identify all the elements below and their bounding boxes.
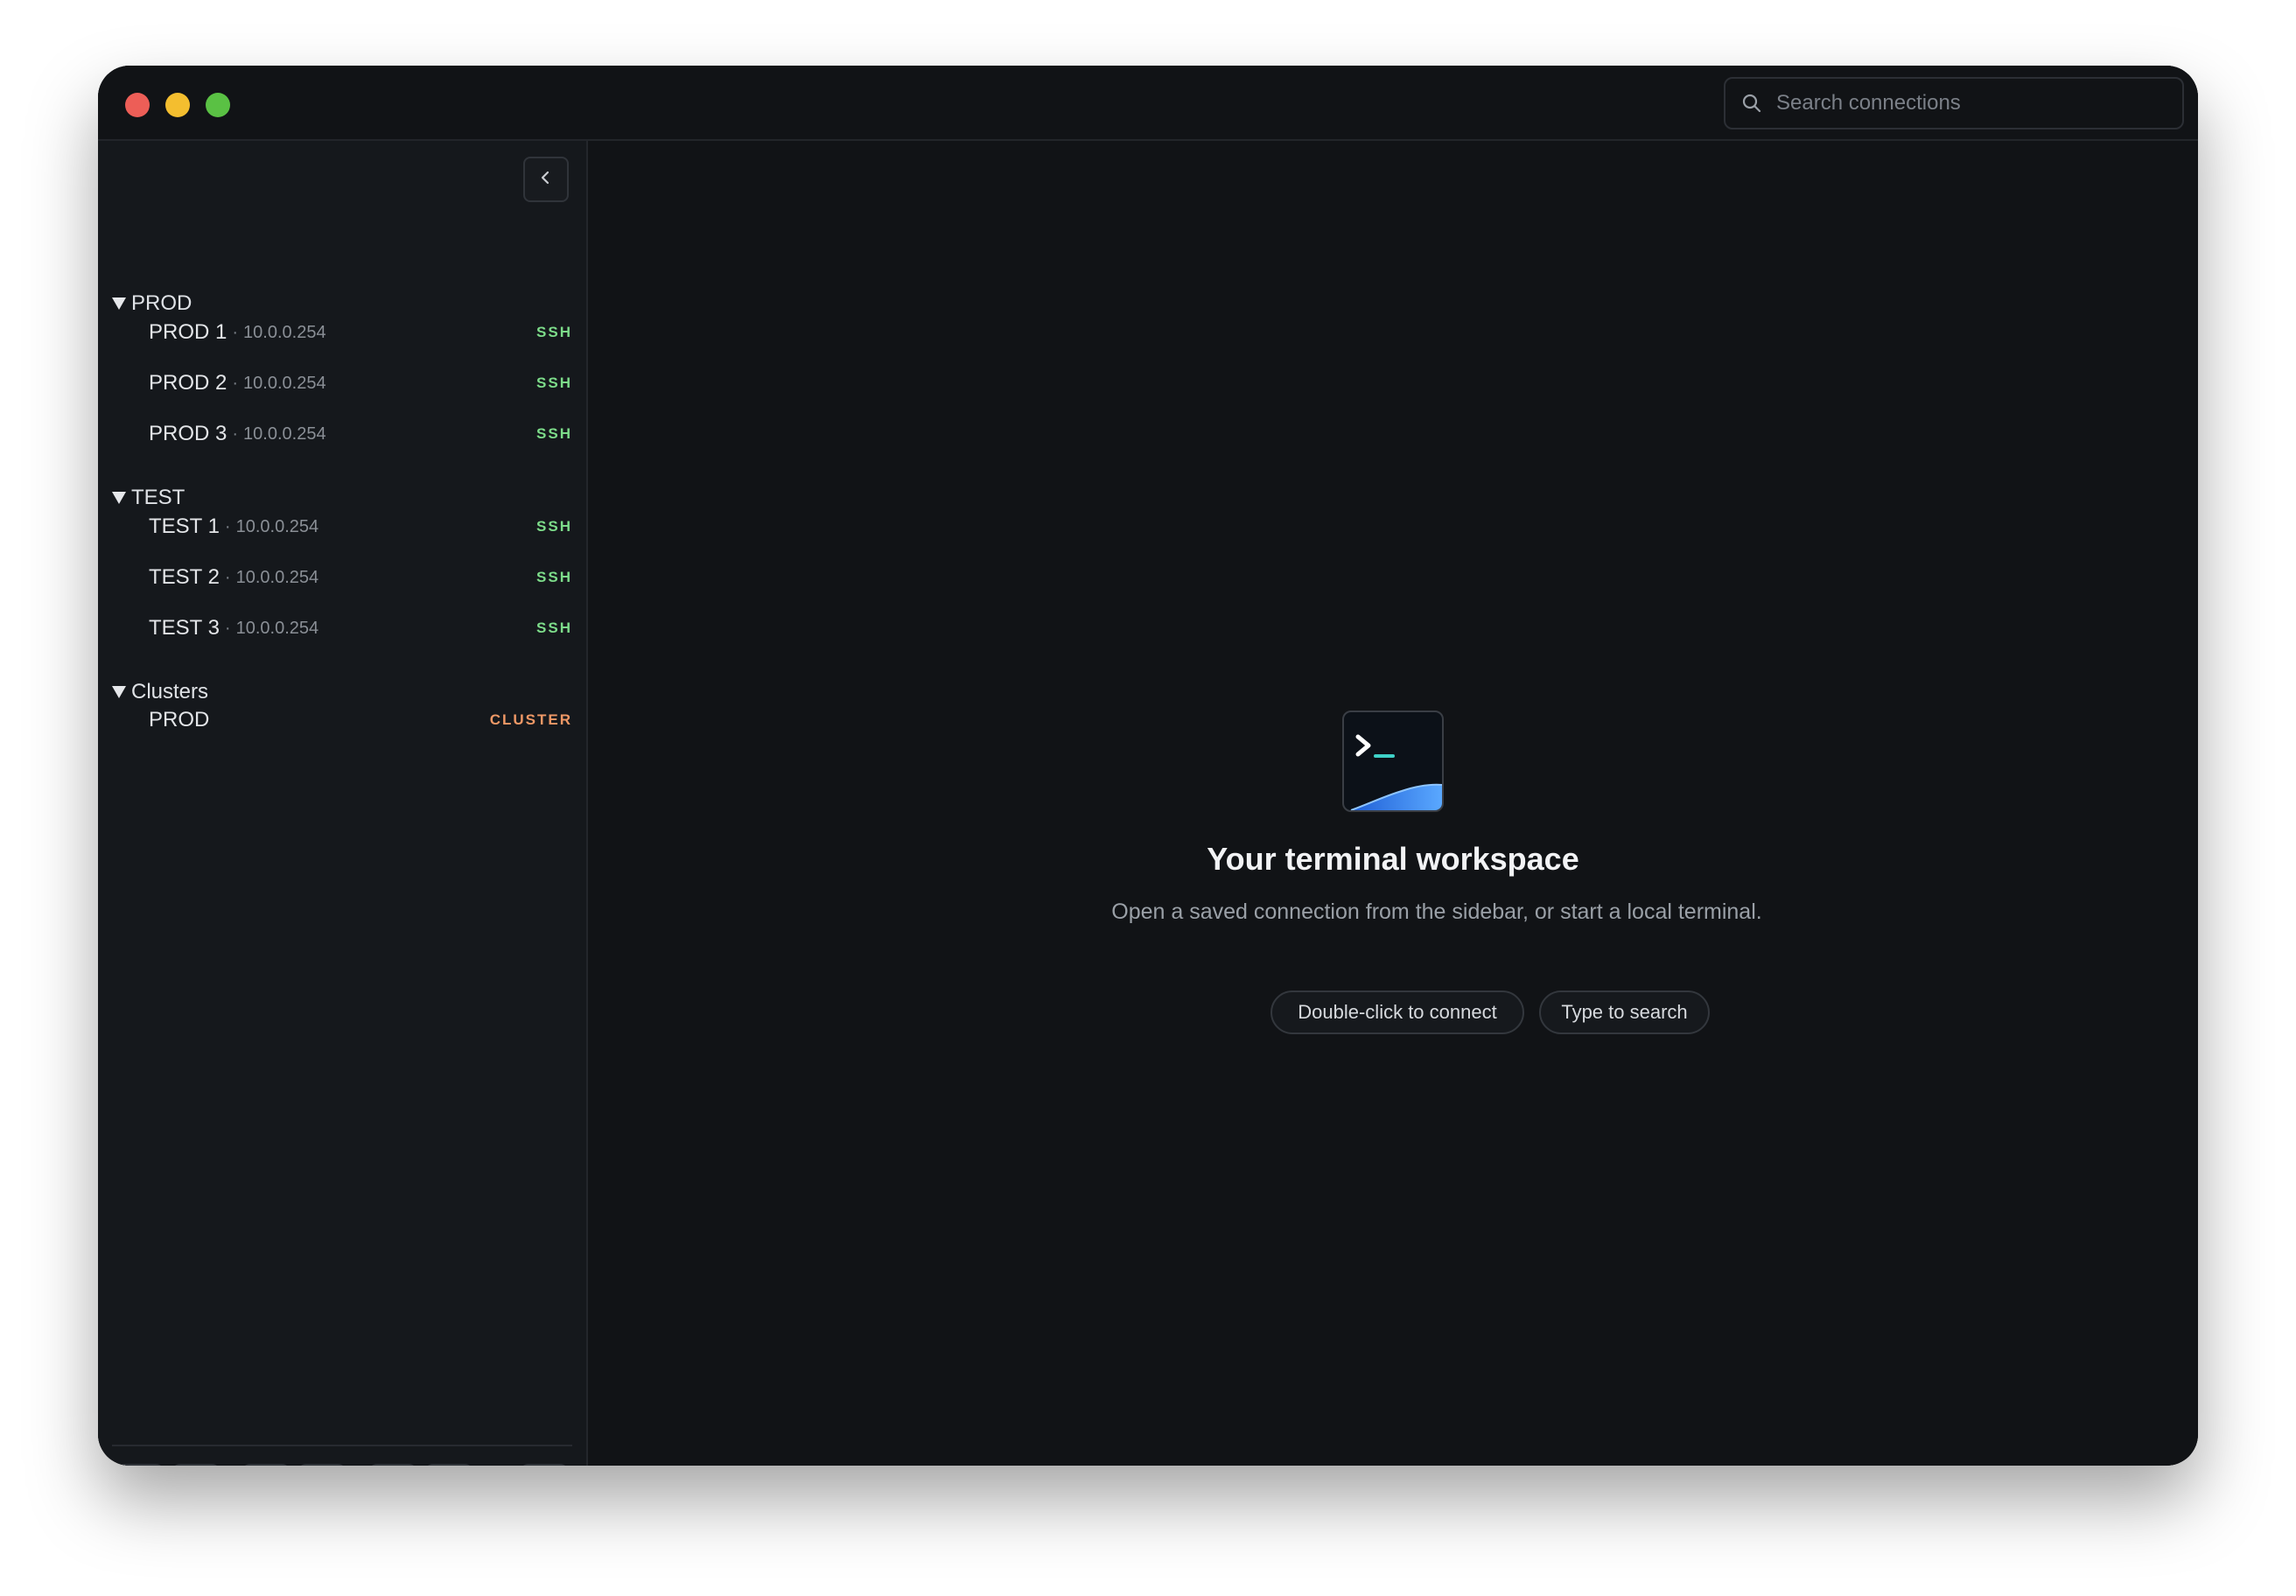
separator: ·	[232, 373, 239, 393]
caret-down-icon	[112, 298, 126, 310]
separator: ·	[232, 424, 239, 444]
caret-down-icon	[112, 492, 126, 504]
empty-state-title: Your terminal workspace	[1207, 841, 1579, 877]
zoom-window-button[interactable]	[206, 93, 230, 117]
connection-ip: 10.0.0.254	[243, 373, 326, 393]
link-button[interactable]	[368, 1464, 417, 1466]
titlebar	[98, 66, 2198, 141]
add-connection-button[interactable]	[242, 1464, 290, 1466]
connection-name: PROD 3	[149, 422, 228, 445]
connection-item[interactable]: TEST 2 · 10.0.0.254 SSH	[149, 555, 572, 600]
search-box[interactable]	[1724, 77, 2184, 130]
connection-name: PROD 1	[149, 320, 228, 344]
protocol-badge: SSH	[536, 518, 572, 535]
separator: ·	[224, 567, 231, 587]
local-terminal-button[interactable]	[520, 1464, 569, 1466]
separator: ·	[224, 618, 231, 638]
connection-ip: 10.0.0.254	[235, 516, 319, 536]
connection-name: PROD 2	[149, 371, 228, 395]
app-window: PROD PROD 1 · 10.0.0.254 SSH PROD 2 · 10…	[98, 66, 2198, 1466]
protocol-badge: CLUSTER	[489, 711, 572, 728]
settings-button[interactable]	[172, 1464, 220, 1466]
empty-state: Your terminal workspace Open a saved con…	[588, 141, 2198, 1466]
connection-name: PROD	[149, 708, 210, 732]
workspace: Your terminal workspace Open a saved con…	[588, 141, 2198, 1466]
connection-item[interactable]: PROD 2 · 10.0.0.254 SSH	[149, 360, 572, 406]
hint-type-to-search: Type to search	[1539, 990, 1710, 1034]
connection-ip: 10.0.0.254	[243, 322, 326, 342]
protocol-badge: SSH	[536, 620, 572, 636]
connection-item[interactable]: PROD 3 · 10.0.0.254 SSH	[149, 411, 572, 457]
protocol-badge: SSH	[536, 425, 572, 442]
sidebar: PROD PROD 1 · 10.0.0.254 SSH PROD 2 · 10…	[98, 141, 588, 1466]
search-icon	[1740, 91, 1764, 116]
connection-item[interactable]: TEST 3 · 10.0.0.254 SSH	[149, 606, 572, 651]
close-window-button[interactable]	[125, 93, 150, 117]
connection-item[interactable]: PROD 1 · 10.0.0.254 SSH	[149, 310, 572, 355]
terminal-logo-icon	[1342, 710, 1444, 812]
connection-ip: 10.0.0.254	[235, 567, 319, 587]
connection-ip: 10.0.0.254	[243, 424, 326, 444]
cluster-item[interactable]: PROD CLUSTER	[149, 697, 572, 743]
sidebar-divider	[112, 1445, 572, 1446]
connection-ip: 10.0.0.254	[235, 618, 319, 638]
hint-double-click: Double-click to connect	[1270, 990, 1524, 1034]
separator: ·	[224, 516, 231, 536]
protocol-badge: SSH	[536, 374, 572, 391]
sync-button[interactable]	[116, 1464, 164, 1466]
caret-down-icon	[112, 686, 126, 698]
connection-name: TEST 3	[149, 616, 220, 640]
protocol-badge: SSH	[536, 324, 572, 340]
connection-name: TEST 2	[149, 565, 220, 589]
empty-state-description: Open a saved connection from the sidebar…	[1111, 900, 1762, 924]
add-multiple-button[interactable]	[298, 1464, 346, 1466]
chevron-left-icon	[538, 170, 554, 190]
separator: ·	[232, 322, 239, 342]
snippets-button[interactable]	[424, 1464, 473, 1466]
connection-name: TEST 1	[149, 514, 220, 538]
connection-item[interactable]: TEST 1 · 10.0.0.254 SSH	[149, 504, 572, 550]
minimize-window-button[interactable]	[165, 93, 190, 117]
collapse-sidebar-button[interactable]	[523, 157, 569, 202]
search-input[interactable]	[1774, 90, 2163, 116]
protocol-badge: SSH	[536, 569, 572, 585]
